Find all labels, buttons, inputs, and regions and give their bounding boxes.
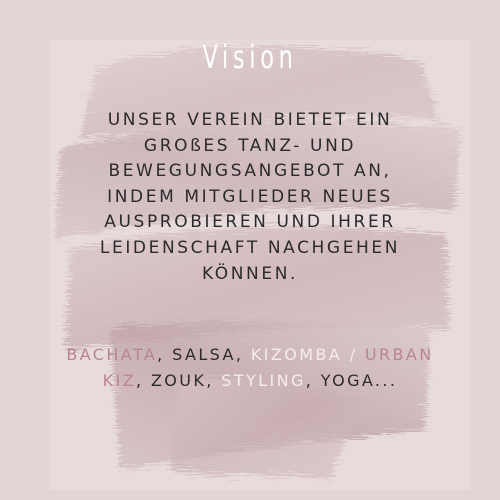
separator: , [235, 345, 251, 364]
separator-slash: / [342, 345, 365, 364]
separator: , [305, 371, 321, 390]
style-kizomba: KIZOMBA [250, 345, 343, 364]
vision-line: INDEM MITGLIEDER NEUES [107, 186, 393, 207]
style-urban: URBAN [364, 345, 434, 364]
dance-styles-line-2: KIZ, ZOUK, STYLING, YOGA... [10, 368, 490, 394]
style-styling: STYLING [221, 371, 306, 390]
vision-line: GROßES TANZ- UND [143, 135, 357, 156]
style-zouk: ZOUK [150, 371, 207, 390]
vision-line: KÖNNEN. [201, 263, 299, 284]
separator: , [206, 371, 222, 390]
separator: , [157, 345, 173, 364]
vision-line: AUSPROBIEREN UND IHRER [104, 212, 396, 233]
vision-line: BEWEGUNGSANGEBOT AN, [108, 161, 392, 182]
vision-statement: UNSER VEREIN BIETET EIN GROßES TANZ- UND… [20, 108, 480, 287]
vision-line: LEIDENSCHAFT NACHGEHEN [99, 237, 401, 258]
vision-card: Vision UNSER VEREIN BIETET EIN GROßES TA… [0, 0, 500, 500]
vision-line: UNSER VEREIN BIETET EIN [107, 110, 393, 130]
style-salsa: SALSA [172, 345, 236, 364]
dance-styles-line-1: BACHATA, SALSA, KIZOMBA / URBAN [10, 342, 490, 368]
style-bachata: BACHATA [66, 345, 158, 364]
style-yoga: YOGA... [320, 371, 398, 390]
page-title: Vision [202, 38, 298, 76]
dance-styles-list: BACHATA, SALSA, KIZOMBA / URBAN KIZ, ZOU… [10, 342, 490, 394]
style-kiz: KIZ [102, 371, 136, 390]
separator: , [135, 371, 151, 390]
